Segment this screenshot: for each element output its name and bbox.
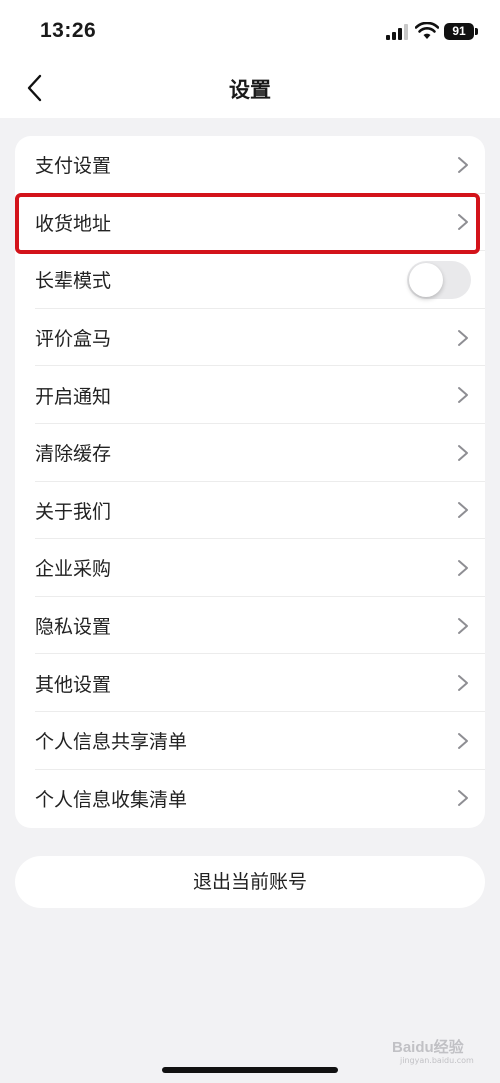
settings-item-about-us[interactable]: 关于我们 (15, 482, 485, 540)
settings-item-privacy[interactable]: 隐私设置 (15, 597, 485, 655)
settings-item-label: 个人信息收集清单 (35, 788, 188, 811)
header-area: 13:26 91 设置 (0, 0, 500, 118)
chevron-right-icon (458, 444, 468, 461)
settings-item-label: 清除缓存 (35, 443, 112, 466)
chevron-right-icon (458, 790, 468, 807)
page-title: 设置 (229, 78, 271, 102)
settings-item-info-sharing-list[interactable]: 个人信息共享清单 (15, 712, 485, 770)
chevron-right-icon (458, 732, 468, 749)
toggle-knob (409, 262, 443, 297)
settings-item-notifications[interactable]: 开启通知 (15, 366, 485, 424)
chevron-right-icon (458, 387, 468, 404)
cellular-signal-icon (386, 24, 408, 40)
settings-item-enterprise-purchase[interactable]: 企业采购 (15, 539, 485, 597)
status-time: 13:26 (40, 19, 97, 42)
settings-item-clear-cache[interactable]: 清除缓存 (15, 424, 485, 482)
settings-item-other[interactable]: 其他设置 (15, 654, 485, 712)
settings-list: 支付设置 收货地址 长辈模式 评价盒马 开启通知 清除缓存 关于我们 企业采购 … (15, 136, 485, 828)
settings-item-payment[interactable]: 支付设置 (15, 136, 485, 194)
watermark-text: Baidu经验 (392, 1039, 464, 1056)
navigation-bar: 设置 (0, 60, 500, 118)
battery-level: 91 (444, 23, 474, 40)
chevron-right-icon (458, 559, 468, 576)
settings-item-label: 收货地址 (35, 212, 112, 235)
settings-item-label: 关于我们 (35, 500, 112, 523)
settings-item-label: 长辈模式 (35, 270, 112, 293)
settings-item-shipping-address[interactable]: 收货地址 (15, 194, 485, 252)
home-indicator[interactable] (162, 1067, 338, 1073)
chevron-right-icon (458, 675, 468, 692)
settings-item-info-collection-list[interactable]: 个人信息收集清单 (15, 770, 485, 828)
chevron-right-icon (458, 156, 468, 173)
settings-item-label: 隐私设置 (35, 616, 112, 639)
chevron-right-icon (458, 502, 468, 519)
settings-item-label: 个人信息共享清单 (35, 731, 188, 754)
settings-item-rate-app[interactable]: 评价盒马 (15, 309, 485, 367)
settings-item-label: 企业采购 (35, 558, 112, 581)
settings-item-elder-mode: 长辈模式 (15, 251, 485, 309)
battery-icon: 91 (444, 23, 478, 40)
settings-item-label: 评价盒马 (35, 328, 112, 351)
chevron-right-icon (458, 214, 468, 231)
settings-item-label: 开启通知 (35, 385, 112, 408)
status-bar: 13:26 91 (0, 0, 500, 60)
elder-mode-toggle[interactable] (407, 260, 471, 299)
wifi-icon (415, 22, 439, 39)
watermark-url: jingyan.baidu.com (400, 1056, 474, 1065)
chevron-right-icon (458, 329, 468, 346)
chevron-right-icon (458, 617, 468, 634)
logout-button[interactable]: 退出当前账号 (15, 856, 485, 908)
settings-item-label: 其他设置 (35, 673, 112, 696)
baidu-jingyan-watermark: Baidu经验 jingyan.baidu.com (386, 1030, 496, 1070)
settings-item-label: 支付设置 (35, 155, 112, 178)
